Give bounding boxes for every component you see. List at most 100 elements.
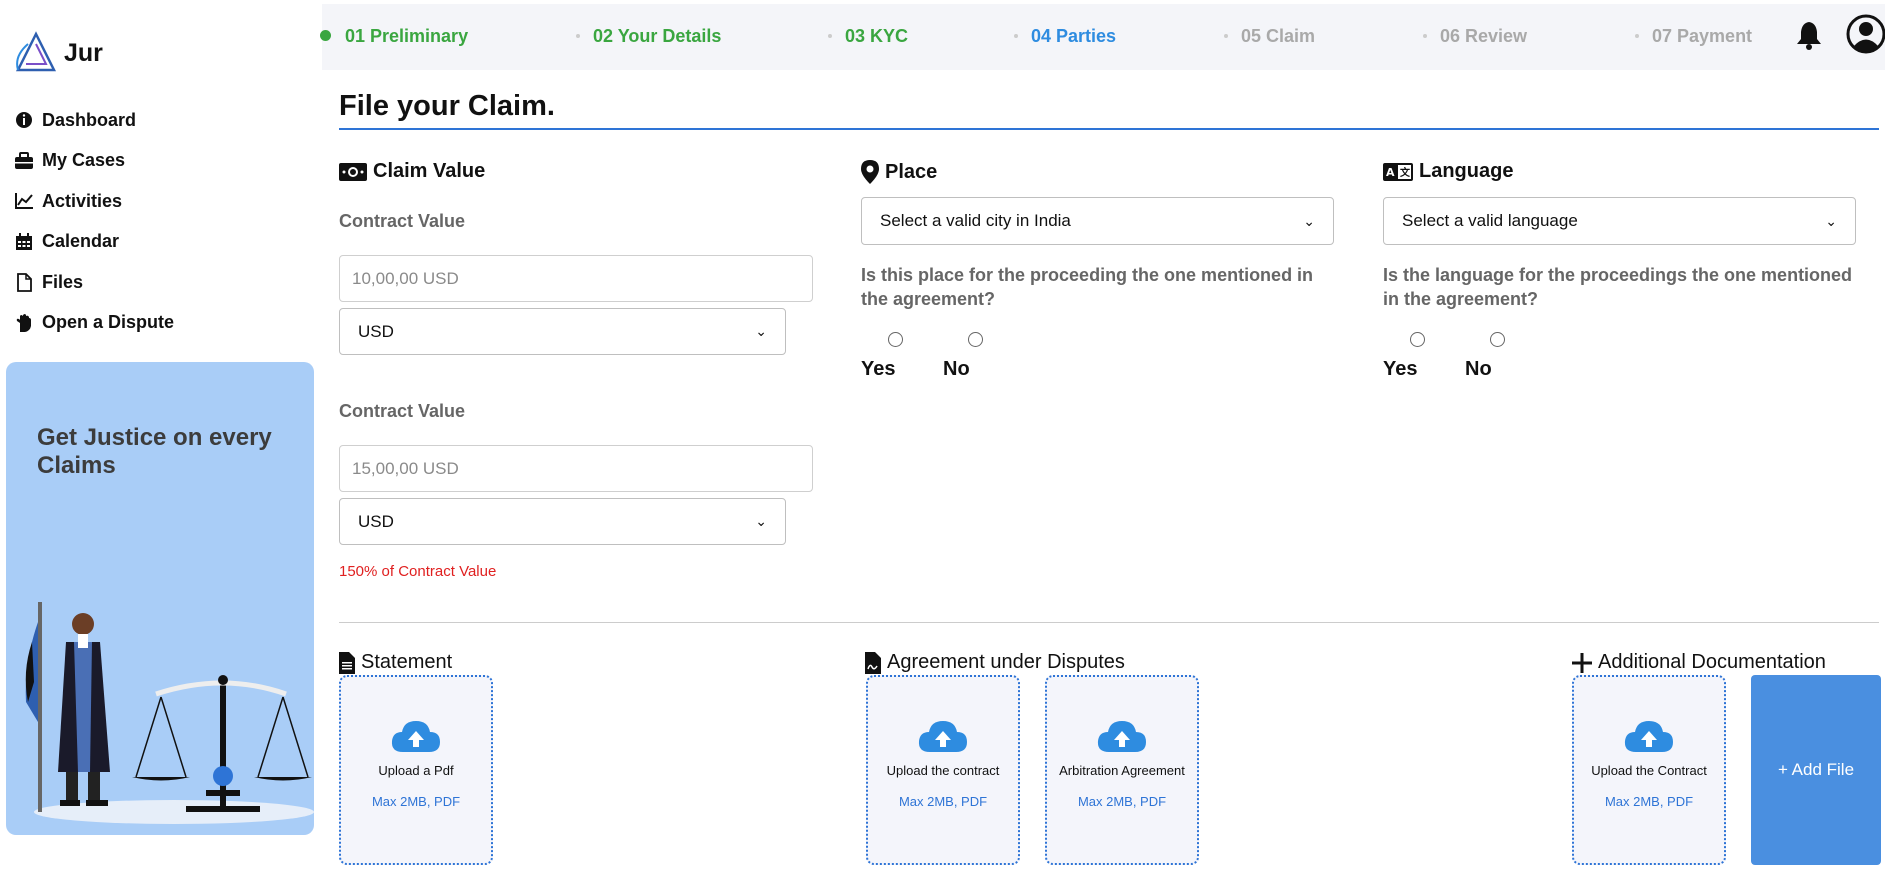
language-no-label: No bbox=[1465, 358, 1492, 380]
upload-title: Upload the Contract bbox=[1591, 763, 1707, 778]
agreement-heading: Agreement under Disputes bbox=[865, 651, 1125, 674]
svg-text:A: A bbox=[1386, 166, 1395, 179]
step-separator-dot bbox=[828, 34, 832, 38]
place-yes-radio[interactable] bbox=[888, 332, 903, 347]
select-value: Select a valid language bbox=[1402, 211, 1578, 230]
select-value: Select a valid city in India bbox=[880, 211, 1071, 230]
main-content: File your Claim. Claim Value Contract Va… bbox=[326, 72, 1885, 887]
sidebar-item-calendar[interactable]: Calendar bbox=[14, 222, 174, 263]
promo-text: Get Justice on every Claims bbox=[37, 424, 272, 479]
hand-icon bbox=[14, 313, 34, 333]
contract-value-note: 150% of Contract Value bbox=[339, 563, 497, 580]
cloud-upload-icon bbox=[868, 719, 1018, 753]
sidebar-item-label: Open a Dispute bbox=[42, 312, 175, 333]
language-icon: A文 bbox=[1383, 162, 1413, 181]
contract-value-input-1[interactable]: 10,00,00 USD bbox=[339, 255, 813, 302]
step-separator-dot bbox=[1014, 34, 1018, 38]
currency-select-2[interactable]: USD ⌄ bbox=[339, 498, 786, 545]
chevron-down-icon: ⌄ bbox=[1825, 212, 1837, 229]
sidebar-item-label: Activities bbox=[42, 190, 123, 211]
place-question: Is this place for the proceeding the one… bbox=[861, 265, 1314, 309]
step-parties[interactable]: 04 Parties bbox=[1014, 26, 1116, 47]
title-underline bbox=[339, 128, 1879, 130]
step-claim[interactable]: 05 Claim bbox=[1224, 26, 1316, 47]
sidebar-item-activities[interactable]: Activities bbox=[14, 181, 174, 222]
sidebar-item-label: Dashboard bbox=[42, 109, 137, 130]
step-label: 02 Your Details bbox=[593, 26, 722, 46]
select-value: USD bbox=[358, 511, 394, 531]
language-heading: A文 Language bbox=[1383, 160, 1513, 183]
lawyer-scales-illustration bbox=[25, 602, 314, 824]
contract-value-input-2[interactable]: 15,00,00 USD bbox=[339, 445, 813, 492]
step-separator-dot bbox=[1423, 34, 1427, 38]
sidebar-nav: Dashboard My Cases Activities Calendar F… bbox=[14, 100, 174, 343]
plus-icon bbox=[1572, 652, 1592, 673]
money-bill-icon bbox=[339, 162, 367, 181]
upload-contract[interactable]: Upload the contract Max 2MB, PDF bbox=[866, 675, 1020, 865]
promo-banner: Get Justice on every Claims bbox=[6, 362, 314, 835]
step-separator-dot bbox=[576, 34, 580, 38]
step-label: 05 Claim bbox=[1241, 26, 1316, 46]
upload-hint: Max 2MB, PDF bbox=[898, 794, 988, 809]
claim-value-heading: Claim Value bbox=[339, 160, 485, 183]
contract-document-icon bbox=[865, 651, 881, 674]
step-payment[interactable]: 07 Payment bbox=[1635, 26, 1753, 47]
map-pin-icon bbox=[861, 160, 879, 184]
currency-select-1[interactable]: USD ⌄ bbox=[339, 308, 786, 355]
upload-title: Upload a Pdf bbox=[378, 763, 454, 778]
chevron-down-icon: ⌄ bbox=[1303, 212, 1315, 229]
additional-documentation-heading: Additional Documentation bbox=[1572, 651, 1826, 674]
cloud-upload-icon bbox=[341, 719, 491, 753]
place-no-radio[interactable] bbox=[968, 332, 983, 347]
city-select[interactable]: Select a valid city in India ⌄ bbox=[861, 197, 1334, 245]
place-yes-label: Yes bbox=[861, 358, 896, 380]
step-label: 06 Review bbox=[1440, 26, 1528, 46]
bell-icon[interactable] bbox=[1796, 20, 1822, 55]
document-icon bbox=[339, 651, 355, 674]
step-your-details[interactable]: 02 Your Details bbox=[576, 26, 722, 47]
step-kyc[interactable]: 03 KYC bbox=[828, 26, 909, 47]
language-no-radio[interactable] bbox=[1490, 332, 1505, 347]
info-circle-icon bbox=[14, 110, 34, 130]
step-review[interactable]: 06 Review bbox=[1423, 26, 1528, 47]
upload-statement[interactable]: Upload a Pdf Max 2MB, PDF bbox=[339, 675, 493, 865]
language-yes-label: Yes bbox=[1383, 358, 1418, 380]
upload-arbitration-agreement[interactable]: Arbitration Agreement Max 2MB, PDF bbox=[1045, 675, 1199, 865]
user-avatar-icon[interactable] bbox=[1846, 14, 1885, 59]
add-file-button[interactable]: + Add File bbox=[1751, 675, 1881, 865]
sidebar: Jur Dashboard My Cases Activities Calend… bbox=[0, 0, 322, 887]
sidebar-item-dashboard[interactable]: Dashboard bbox=[14, 100, 174, 141]
sidebar-item-label: Files bbox=[42, 271, 84, 292]
upload-hint: Max 2MB, PDF bbox=[1077, 794, 1167, 809]
sidebar-item-open-dispute[interactable]: Open a Dispute bbox=[14, 303, 174, 344]
jur-logo-icon bbox=[15, 31, 57, 72]
upload-hint: Max 2MB, PDF bbox=[1604, 794, 1694, 809]
progress-steps: 01 Preliminary 02 Your Details 03 KYC 04… bbox=[320, 4, 1885, 70]
sidebar-item-label: My Cases bbox=[42, 150, 126, 171]
upload-title: Upload the contract bbox=[886, 763, 1000, 778]
chevron-down-icon: ⌄ bbox=[755, 323, 767, 339]
language-yes-radio[interactable] bbox=[1410, 332, 1425, 347]
language-select[interactable]: Select a valid language ⌄ bbox=[1383, 197, 1856, 245]
step-preliminary[interactable]: 01 Preliminary bbox=[345, 26, 468, 47]
briefcase-icon bbox=[14, 151, 34, 171]
upload-additional-contract[interactable]: Upload the Contract Max 2MB, PDF bbox=[1572, 675, 1726, 865]
step-label: 01 Preliminary bbox=[345, 26, 469, 46]
heading-text: Agreement under Disputes bbox=[887, 651, 1125, 673]
app-name: Jur bbox=[64, 38, 103, 67]
logo[interactable]: Jur bbox=[14, 30, 103, 76]
place-no-label: No bbox=[943, 358, 970, 380]
sidebar-item-my-cases[interactable]: My Cases bbox=[14, 141, 174, 182]
contract-value-label-1: Contract Value bbox=[339, 211, 466, 231]
step-label: 07 Payment bbox=[1652, 26, 1753, 46]
line-chart-icon bbox=[14, 191, 34, 211]
select-value: USD bbox=[358, 321, 394, 341]
step-separator-dot bbox=[1224, 34, 1228, 38]
step-label: 03 KYC bbox=[845, 26, 909, 46]
heading-text: Statement bbox=[361, 651, 453, 673]
heading-text: Place bbox=[885, 160, 938, 183]
file-icon bbox=[14, 272, 34, 292]
contract-value-label-2: Contract Value bbox=[339, 401, 466, 421]
sidebar-item-files[interactable]: Files bbox=[14, 262, 174, 303]
calendar-icon bbox=[14, 232, 34, 252]
